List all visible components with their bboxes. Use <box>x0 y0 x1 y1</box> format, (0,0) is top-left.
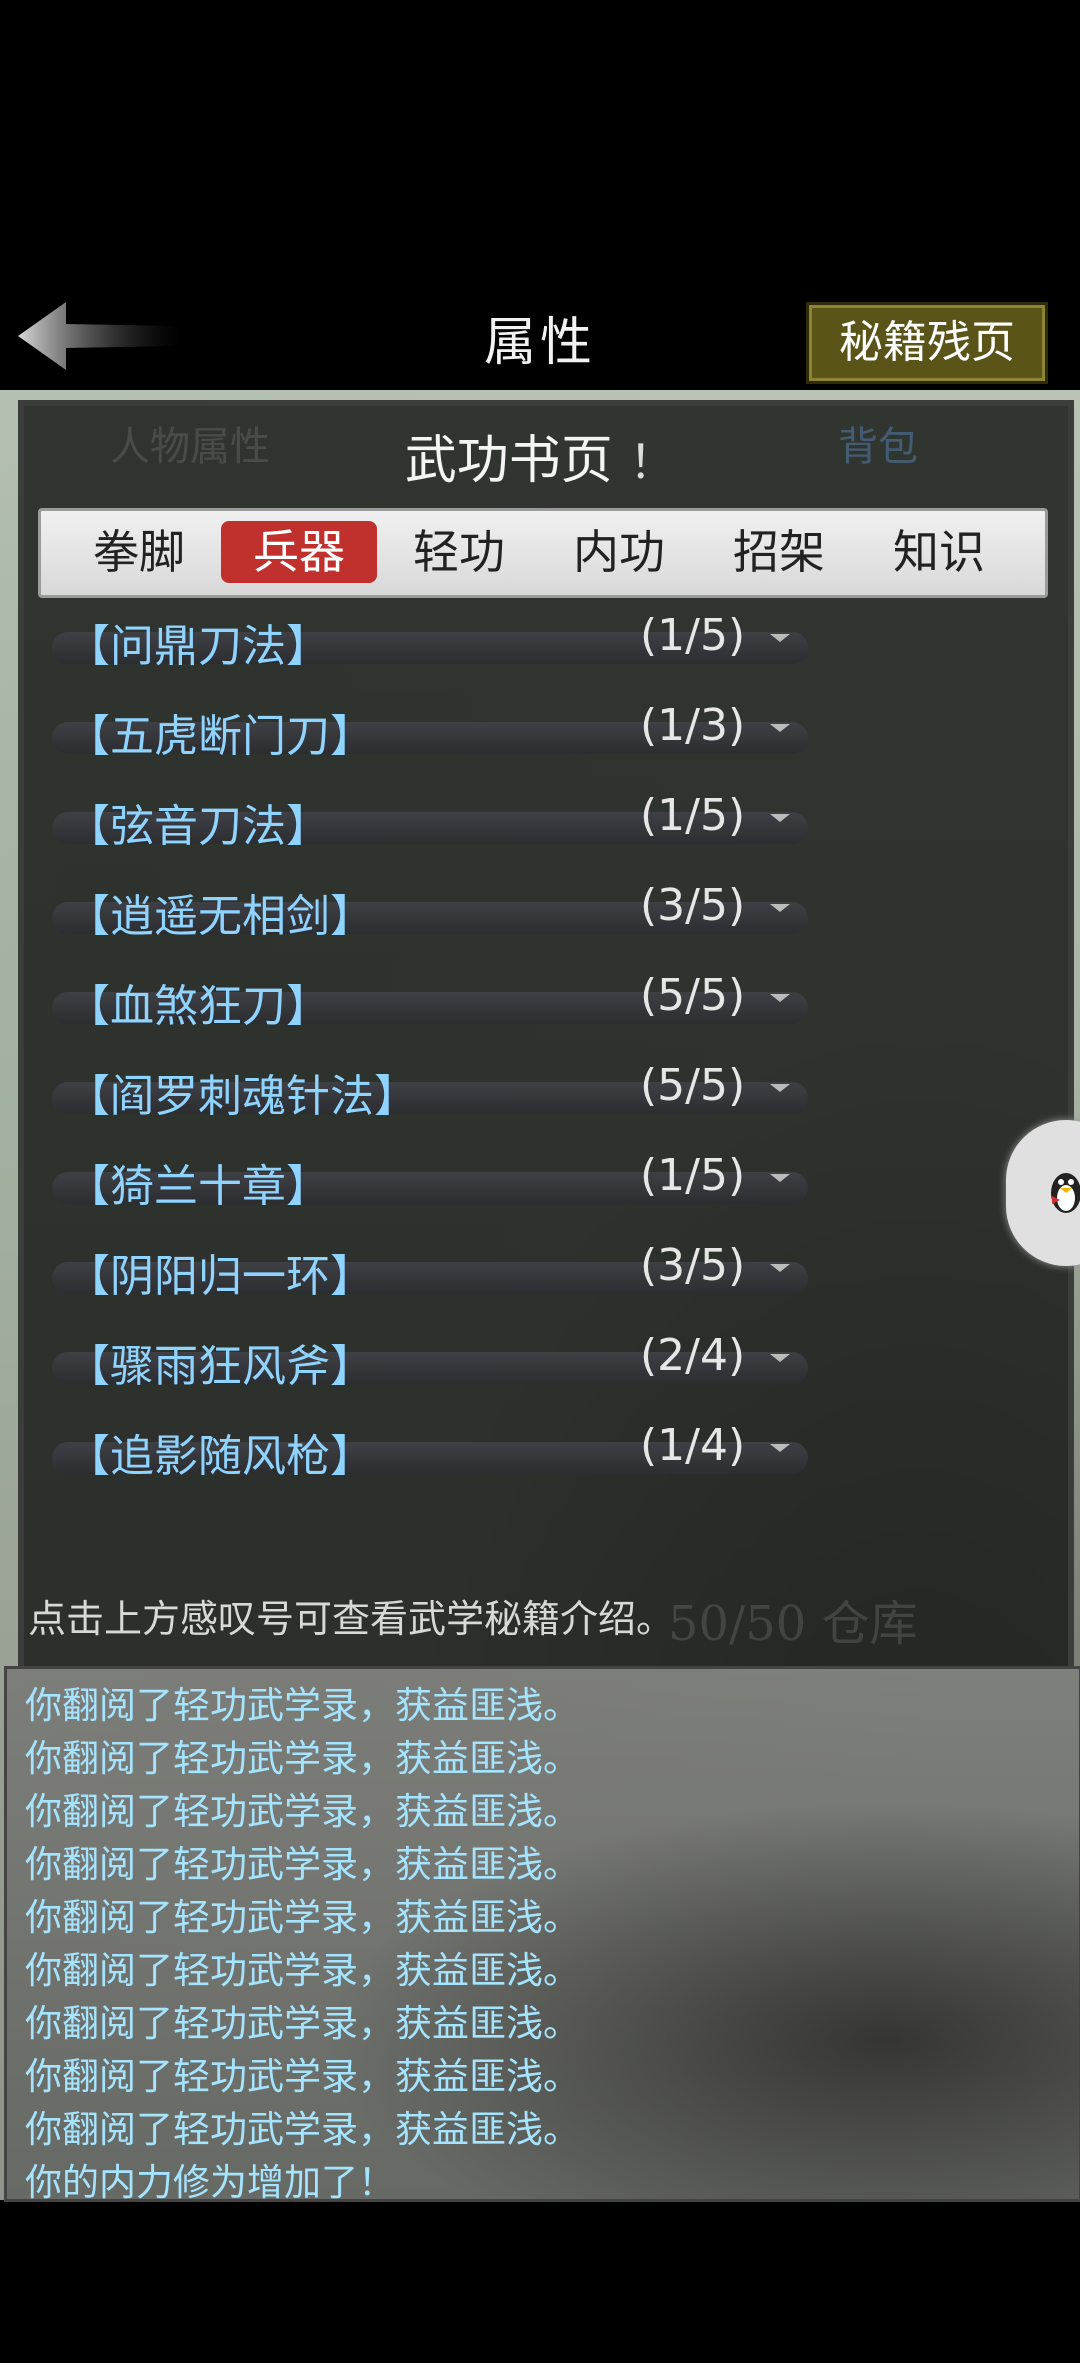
log-line: 你翻阅了轻功武学录，获益匪浅。 <box>25 2055 580 2098</box>
secret-pages-button[interactable]: 秘籍残页 <box>806 302 1048 384</box>
log-line: 你翻阅了轻功武学录，获益匪浅。 <box>25 1790 580 1833</box>
skill-row[interactable]: 【弦音刀法】 (1/5) <box>52 790 808 852</box>
info-exclamation-icon[interactable]: ！ <box>629 435 675 489</box>
skill-progress: (5/5) <box>640 1060 746 1111</box>
skill-row[interactable]: 【问鼎刀法】 (1/5) <box>52 610 808 672</box>
skill-name: 【问鼎刀法】 <box>66 621 330 672</box>
dialog-title: 武功书页 ！ <box>0 418 1080 493</box>
skill-progress: (1/5) <box>640 610 746 661</box>
skill-row[interactable]: 【阎罗刺魂针法】 (5/5) <box>52 1060 808 1122</box>
chevron-down-icon[interactable] <box>770 814 790 822</box>
category-tab-bar: 拳脚 兵器 轻功 内功 招架 知识 <box>38 508 1048 598</box>
chevron-down-icon[interactable] <box>770 634 790 642</box>
log-line: 你翻阅了轻功武学录，获益匪浅。 <box>25 1737 580 1780</box>
skill-progress: (1/5) <box>640 1150 746 1201</box>
chevron-down-icon[interactable] <box>770 1444 790 1452</box>
log-line: 你翻阅了轻功武学录，获益匪浅。 <box>25 2002 580 2045</box>
message-log[interactable]: 你翻阅了轻功武学录，获益匪浅。 你翻阅了轻功武学录，获益匪浅。 你翻阅了轻功武学… <box>4 1666 1080 2204</box>
skill-name: 【骤雨狂风斧】 <box>66 1341 374 1392</box>
skill-progress: (3/5) <box>640 880 746 931</box>
skill-row[interactable]: 【骤雨狂风斧】 (2/4) <box>52 1330 808 1392</box>
tab-weapons[interactable]: 兵器 <box>221 521 377 583</box>
chevron-down-icon[interactable] <box>770 994 790 1002</box>
skill-name: 【弦音刀法】 <box>66 801 330 852</box>
log-line: 你翻阅了轻功武学录，获益匪浅。 <box>25 2108 580 2151</box>
dialog-title-text: 武功书页 <box>404 431 613 491</box>
chevron-down-icon[interactable] <box>770 1264 790 1272</box>
skill-progress: (1/3) <box>640 700 746 751</box>
penguin-icon <box>1051 1173 1080 1213</box>
skill-name: 【追影随风枪】 <box>66 1431 374 1482</box>
log-line: 你翻阅了轻功武学录，获益匪浅。 <box>25 1896 580 1939</box>
chevron-down-icon[interactable] <box>770 1084 790 1092</box>
chevron-down-icon[interactable] <box>770 1354 790 1362</box>
log-line: 你翻阅了轻功武学录，获益匪浅。 <box>25 1949 580 1992</box>
skill-progress: (5/5) <box>640 970 746 1021</box>
log-line: 你的内力修为增加了！ <box>25 2161 395 2204</box>
tab-fist-kick[interactable]: 拳脚 <box>61 521 217 583</box>
hint-text: 点击上方感叹号可查看武学秘籍介绍。 <box>28 1597 675 1641</box>
tab-neigong[interactable]: 内功 <box>541 521 697 583</box>
log-line: 你翻阅了轻功武学录，获益匪浅。 <box>25 1684 580 1727</box>
chevron-down-icon[interactable] <box>770 724 790 732</box>
tab-parry[interactable]: 招架 <box>701 521 857 583</box>
skill-name: 【血煞狂刀】 <box>66 981 330 1032</box>
tab-qinggong[interactable]: 轻功 <box>381 521 537 583</box>
skill-name: 【逍遥无相剑】 <box>66 891 374 942</box>
tab-knowledge[interactable]: 知识 <box>861 521 1017 583</box>
skill-row[interactable]: 【追影随风枪】 (1/4) <box>52 1420 808 1482</box>
chevron-down-icon[interactable] <box>770 1174 790 1182</box>
log-line: 你翻阅了轻功武学录，获益匪浅。 <box>25 1843 580 1886</box>
skill-name: 【猗兰十章】 <box>66 1161 330 1212</box>
skill-name: 【五虎断门刀】 <box>66 711 374 762</box>
skill-progress: (2/4) <box>640 1330 746 1381</box>
skill-name: 【阎罗刺魂针法】 <box>66 1071 418 1122</box>
chevron-down-icon[interactable] <box>770 904 790 912</box>
skill-progress: (1/4) <box>640 1420 746 1471</box>
skill-row[interactable]: 【血煞狂刀】 (5/5) <box>52 970 808 1032</box>
skill-row[interactable]: 【阴阳归一环】 (3/5) <box>52 1240 808 1302</box>
skill-row[interactable]: 【五虎断门刀】 (1/3) <box>52 700 808 762</box>
skill-name: 【阴阳归一环】 <box>66 1251 374 1302</box>
skill-progress: (3/5) <box>640 1240 746 1291</box>
skill-row[interactable]: 【逍遥无相剑】 (3/5) <box>52 880 808 942</box>
skill-progress: (1/5) <box>640 790 746 841</box>
skill-row[interactable]: 【猗兰十章】 (1/5) <box>52 1150 808 1212</box>
